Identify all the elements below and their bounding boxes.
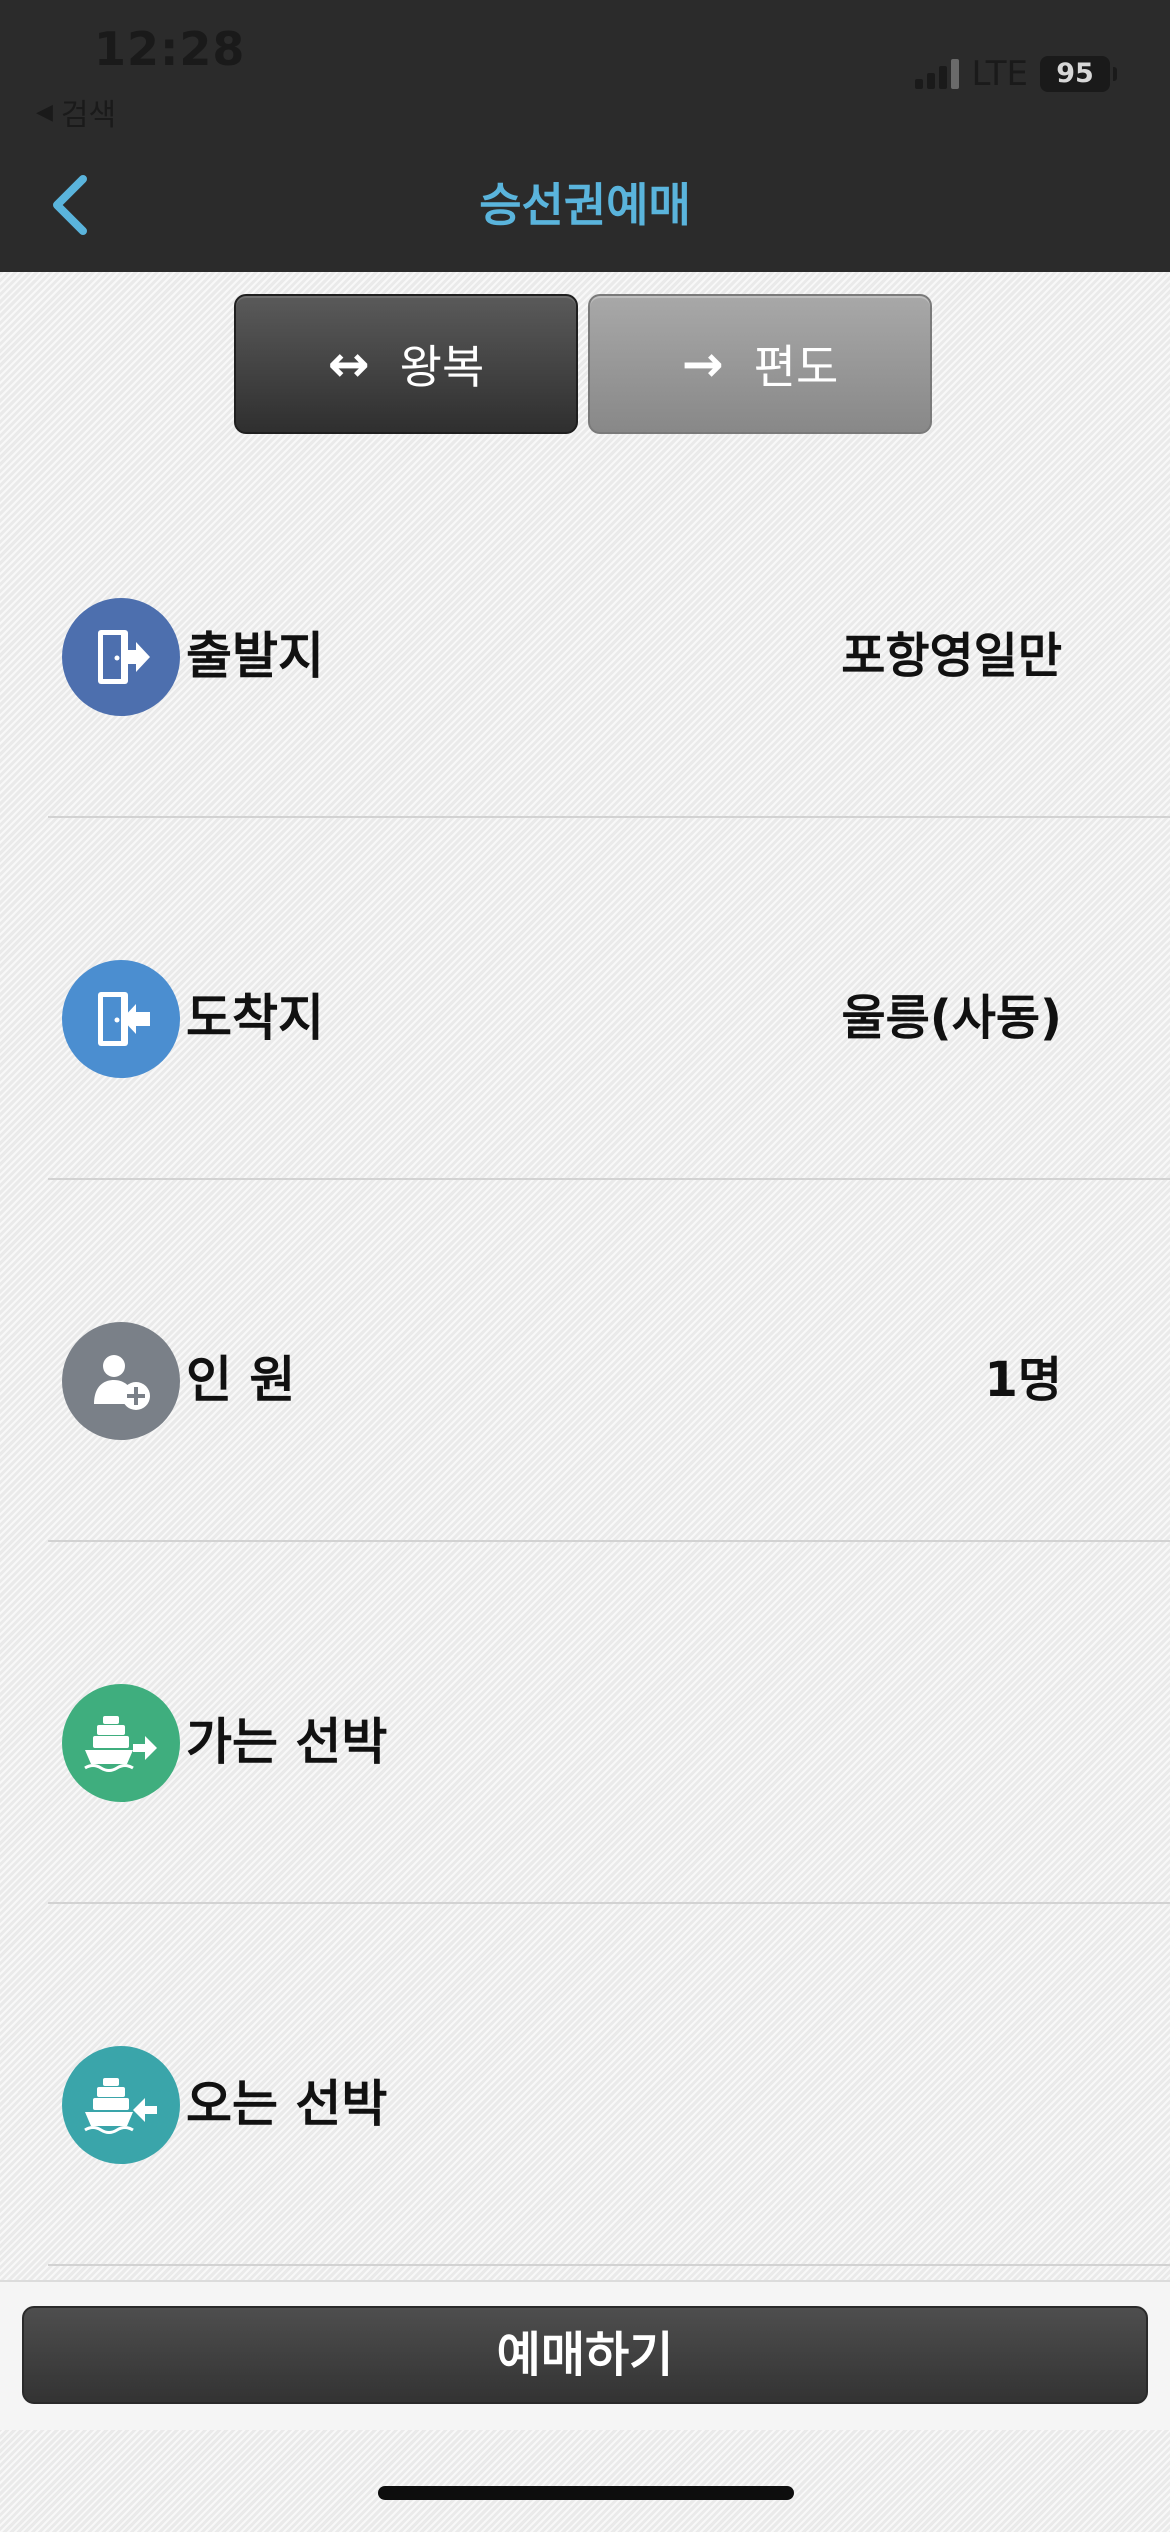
- ship-return-icon: [62, 2046, 180, 2164]
- cellular-signal-icon: [915, 59, 960, 89]
- exit-door-icon: [62, 598, 180, 716]
- arrow-right-icon: →: [681, 335, 724, 393]
- home-indicator[interactable]: [378, 2486, 794, 2500]
- passengers-value: 1명: [984, 1352, 1062, 1408]
- return-ship-label: 오는 선박: [186, 2075, 388, 2133]
- top-bar: 12:28 ◀ 검색 LTE 95 승선권예매: [0, 0, 1170, 272]
- network-type: LTE: [971, 54, 1028, 94]
- departure-row[interactable]: 출발지 포항영일만: [48, 456, 1170, 818]
- passengers-row[interactable]: 인 원 1명: [48, 1180, 1170, 1542]
- bottom-action-bar: 예매하기: [0, 2280, 1170, 2430]
- ship-depart-icon: [62, 1684, 180, 1802]
- departure-value: 포항영일만: [841, 628, 1062, 684]
- passengers-label: 인 원: [186, 1351, 296, 1409]
- status-indicators: LTE 95: [915, 54, 1117, 94]
- round-trip-label: 왕복: [399, 340, 485, 394]
- arrival-label: 도착지: [186, 989, 324, 1047]
- enter-door-icon: [62, 960, 180, 1078]
- round-trip-tab[interactable]: ↔ 왕복: [234, 294, 578, 434]
- arrival-row[interactable]: 도착지 울릉(사동): [48, 818, 1170, 1180]
- status-time: 12:28: [94, 22, 246, 76]
- arrival-value: 울릉(사동): [841, 990, 1062, 1046]
- battery-icon: 95: [1040, 56, 1117, 92]
- departure-label: 출발지: [186, 627, 324, 685]
- one-way-tab[interactable]: → 편도: [588, 294, 932, 434]
- return-ship-row[interactable]: 오는 선박: [48, 1904, 1170, 2266]
- trip-type-toggle: ↔ 왕복 → 편도: [234, 294, 932, 434]
- outbound-ship-row[interactable]: 가는 선박: [48, 1542, 1170, 1904]
- outbound-ship-label: 가는 선박: [186, 1713, 388, 1771]
- back-to-search-label: 검색: [60, 98, 117, 133]
- back-to-search-link[interactable]: ◀ 검색: [36, 90, 116, 134]
- reserve-button[interactable]: 예매하기: [22, 2306, 1148, 2404]
- arrow-left-right-icon: ↔: [327, 335, 370, 393]
- back-triangle-icon: ◀: [36, 99, 53, 125]
- person-add-icon: [62, 1322, 180, 1440]
- page-title: 승선권예매: [479, 178, 691, 232]
- one-way-label: 편도: [753, 340, 839, 394]
- battery-level: 95: [1056, 58, 1094, 89]
